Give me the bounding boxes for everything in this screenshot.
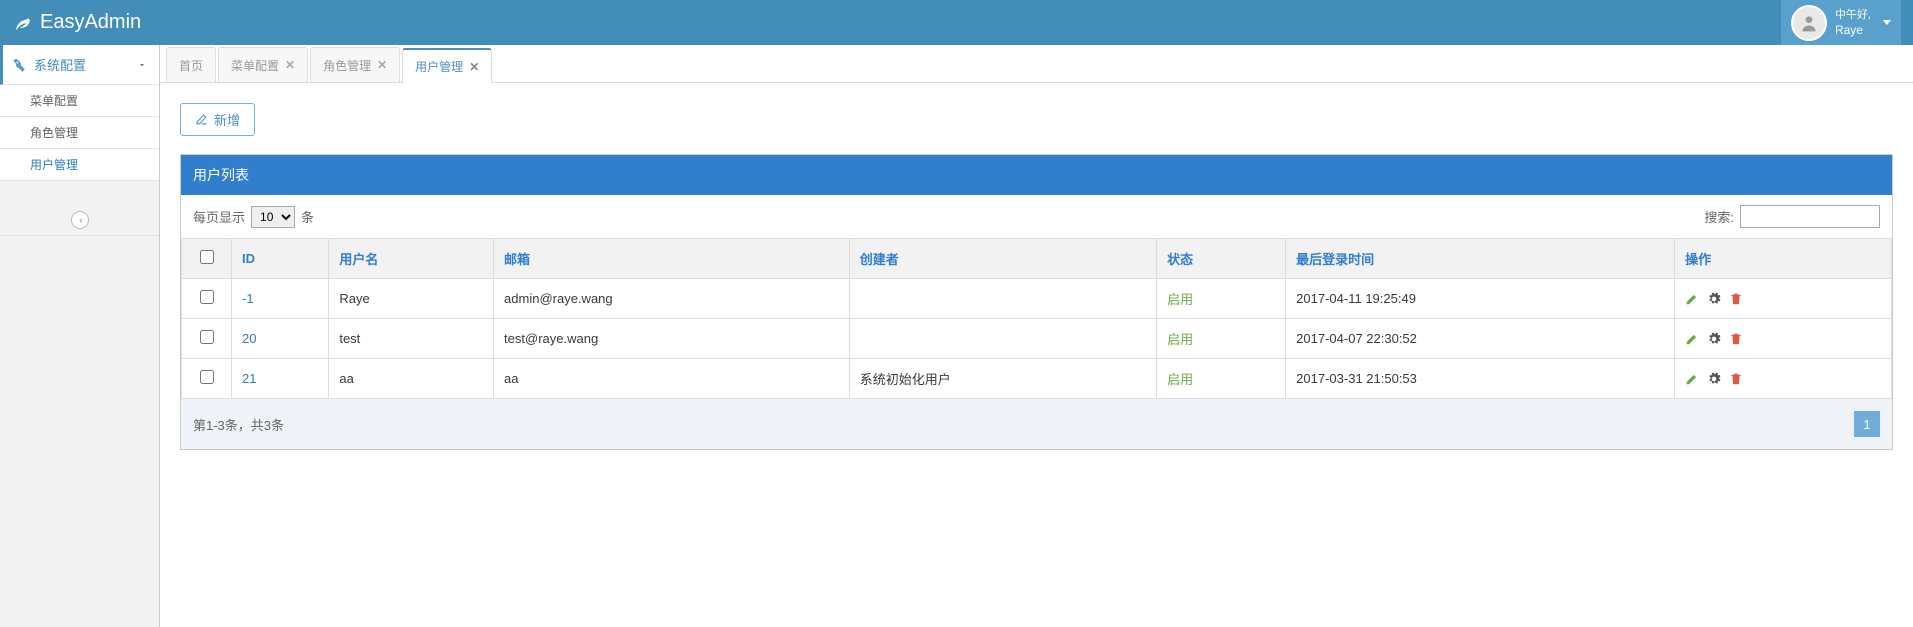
tab-label: 菜单配置 — [231, 57, 279, 74]
cell-status: 启用 — [1157, 319, 1286, 359]
per-page-suffix: 条 — [301, 207, 314, 226]
tab-label: 角色管理 — [323, 57, 371, 74]
cell-actions — [1675, 279, 1892, 319]
navbar-brand[interactable]: EasyAdmin — [12, 11, 141, 34]
add-button-label: 新增 — [214, 110, 240, 129]
chevron-down-icon — [137, 60, 147, 70]
pencil-icon[interactable] — [1685, 292, 1699, 306]
cell-creator — [849, 319, 1156, 359]
sidebar-item-user-mgmt[interactable]: 用户管理 — [0, 149, 159, 181]
app-title: EasyAdmin — [40, 11, 141, 34]
user-menu[interactable]: 中午好, Raye — [1781, 0, 1901, 45]
cell-lastlogin: 2017-03-31 21:50:53 — [1286, 359, 1675, 399]
search-label: 搜索: — [1704, 207, 1734, 226]
leaf-icon — [12, 13, 32, 33]
sidebar: 系统配置 菜单配置 角色管理 用户管理 ‹‹ — [0, 45, 160, 627]
cell-username: test — [329, 319, 494, 359]
cell-status: 启用 — [1157, 279, 1286, 319]
user-list-panel: 用户列表 每页显示 10 条 搜索: — [180, 154, 1893, 450]
table-row: 21aaaa系统初始化用户启用2017-03-31 21:50:53 — [182, 359, 1892, 399]
cell-id[interactable]: -1 — [232, 279, 329, 319]
sidebar-parent-label: 系统配置 — [34, 55, 86, 74]
avatar — [1791, 5, 1827, 41]
close-icon[interactable]: ✕ — [377, 58, 387, 72]
sidebar-item-system-config[interactable]: 系统配置 — [0, 45, 159, 85]
col-username[interactable]: 用户名 — [329, 239, 494, 279]
panel-title: 用户列表 — [181, 155, 1892, 195]
cell-status: 启用 — [1157, 359, 1286, 399]
gear-icon[interactable] — [1707, 332, 1721, 346]
cell-lastlogin: 2017-04-11 19:25:49 — [1286, 279, 1675, 319]
col-id[interactable]: ID — [232, 239, 329, 279]
cell-email: test@raye.wang — [494, 319, 850, 359]
close-icon[interactable]: ✕ — [469, 60, 479, 74]
cell-lastlogin: 2017-04-07 22:30:52 — [1286, 319, 1675, 359]
panel-footer: 第1-3条，共3条 1 — [181, 399, 1892, 449]
table-row: -1Rayeadmin@raye.wang 启用2017-04-11 19:25:… — [182, 279, 1892, 319]
cell-actions — [1675, 359, 1892, 399]
col-status[interactable]: 状态 — [1157, 239, 1286, 279]
cell-creator — [849, 279, 1156, 319]
row-checkbox[interactable] — [200, 290, 214, 304]
col-lastlogin[interactable]: 最后登录时间 — [1286, 239, 1675, 279]
tab-content: 新增 用户列表 每页显示 10 条 搜索: — [160, 83, 1913, 470]
cell-actions — [1675, 319, 1892, 359]
tab-home[interactable]: 首页 — [166, 47, 216, 82]
panel-toolbar: 每页显示 10 条 搜索: — [181, 195, 1892, 238]
tab-user-mgmt[interactable]: 用户管理 ✕ — [402, 48, 492, 83]
per-page-select[interactable]: 10 — [251, 206, 295, 228]
double-chevron-left-icon: ‹‹ — [79, 215, 80, 226]
table-header-row: ID 用户名 邮箱 创建者 状态 最后登录时间 操作 — [182, 239, 1892, 279]
per-page-prefix: 每页显示 — [193, 207, 245, 226]
select-all-checkbox[interactable] — [200, 250, 214, 264]
cell-email: aa — [494, 359, 850, 399]
trash-icon[interactable] — [1729, 332, 1743, 346]
tab-role-mgmt[interactable]: 角色管理 ✕ — [310, 47, 400, 82]
gear-icon[interactable] — [1707, 372, 1721, 386]
username-text: Raye — [1835, 23, 1863, 37]
search-input[interactable] — [1740, 205, 1880, 228]
cell-username: aa — [329, 359, 494, 399]
add-button[interactable]: 新增 — [180, 103, 255, 136]
top-navbar: EasyAdmin 中午好, Raye — [0, 0, 1913, 45]
sidebar-collapse[interactable]: ‹‹ — [0, 205, 159, 236]
cell-username: Raye — [329, 279, 494, 319]
cell-email: admin@raye.wang — [494, 279, 850, 319]
row-checkbox[interactable] — [200, 330, 214, 344]
gear-icon[interactable] — [1707, 292, 1721, 306]
greeting-text: 中午好, — [1835, 9, 1871, 21]
sidebar-item-menu-config[interactable]: 菜单配置 — [0, 85, 159, 117]
col-actions[interactable]: 操作 — [1675, 239, 1892, 279]
col-email[interactable]: 邮箱 — [494, 239, 850, 279]
row-checkbox[interactable] — [200, 370, 214, 384]
wrench-icon — [12, 58, 26, 72]
sidebar-item-role-mgmt[interactable]: 角色管理 — [0, 117, 159, 149]
trash-icon[interactable] — [1729, 372, 1743, 386]
user-table: ID 用户名 邮箱 创建者 状态 最后登录时间 操作 -1Rayeadmin@r… — [181, 238, 1892, 399]
page-button-1[interactable]: 1 — [1854, 411, 1880, 437]
close-icon[interactable]: ✕ — [285, 58, 295, 72]
main-area: 首页 菜单配置 ✕ 角色管理 ✕ 用户管理 ✕ 新增 — [160, 45, 1913, 627]
tab-label: 用户管理 — [415, 58, 463, 75]
cell-creator: 系统初始化用户 — [849, 359, 1156, 399]
cell-id[interactable]: 20 — [232, 319, 329, 359]
pencil-icon[interactable] — [1685, 372, 1699, 386]
table-row: 20testtest@raye.wang 启用2017-04-07 22:30:5… — [182, 319, 1892, 359]
trash-icon[interactable] — [1729, 292, 1743, 306]
pager: 1 — [1854, 411, 1880, 437]
pencil-icon[interactable] — [1685, 332, 1699, 346]
cell-id[interactable]: 21 — [232, 359, 329, 399]
pager-info: 第1-3条，共3条 — [193, 415, 284, 434]
tab-label: 首页 — [179, 57, 203, 74]
caret-down-icon — [1883, 20, 1891, 25]
tab-menu-config[interactable]: 菜单配置 ✕ — [218, 47, 308, 82]
edit-icon — [195, 113, 208, 126]
tab-bar: 首页 菜单配置 ✕ 角色管理 ✕ 用户管理 ✕ — [160, 45, 1913, 83]
col-creator[interactable]: 创建者 — [849, 239, 1156, 279]
user-greeting: 中午好, Raye — [1835, 7, 1871, 38]
